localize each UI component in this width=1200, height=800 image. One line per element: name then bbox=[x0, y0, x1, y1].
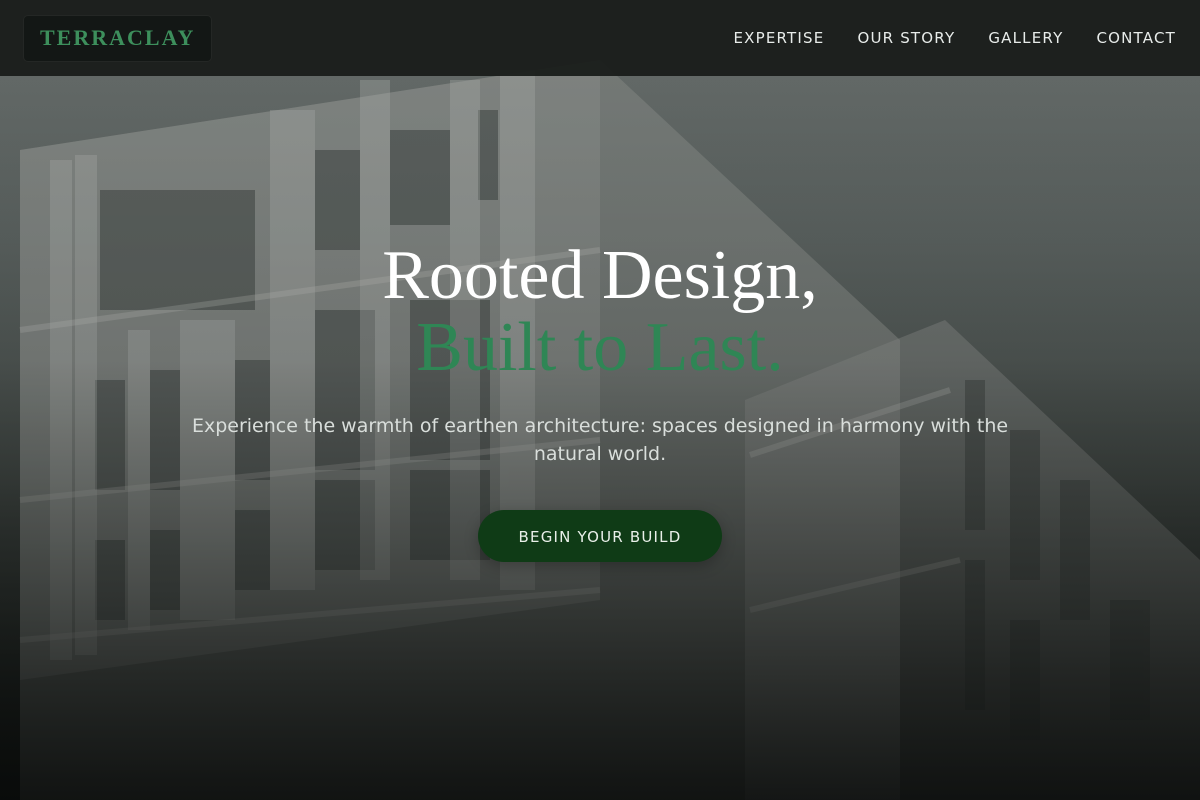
hero-headline: Rooted Design, Built to Last. bbox=[0, 240, 1200, 384]
page: TERRACLAY EXPERTISE OUR STORY GALLERY CO… bbox=[0, 0, 1200, 800]
hero-content: Rooted Design, Built to Last. Experience… bbox=[0, 240, 1200, 562]
begin-your-build-button[interactable]: BEGIN YOUR BUILD bbox=[478, 510, 722, 562]
hero-subtitle: Experience the warmth of earthen archite… bbox=[191, 415, 1009, 465]
nav-link-our-story[interactable]: OUR STORY bbox=[857, 29, 955, 47]
nav-link-expertise[interactable]: EXPERTISE bbox=[733, 29, 824, 47]
nav-link-gallery[interactable]: GALLERY bbox=[988, 29, 1063, 47]
nav-link-contact[interactable]: CONTACT bbox=[1096, 29, 1176, 47]
headline-line-2: Built to Last. bbox=[416, 309, 784, 386]
navbar: TERRACLAY EXPERTISE OUR STORY GALLERY CO… bbox=[0, 0, 1200, 76]
logo[interactable]: TERRACLAY bbox=[24, 15, 212, 61]
headline-line-1: Rooted Design, bbox=[382, 237, 818, 314]
nav-links: EXPERTISE OUR STORY GALLERY CONTACT bbox=[733, 29, 1176, 47]
